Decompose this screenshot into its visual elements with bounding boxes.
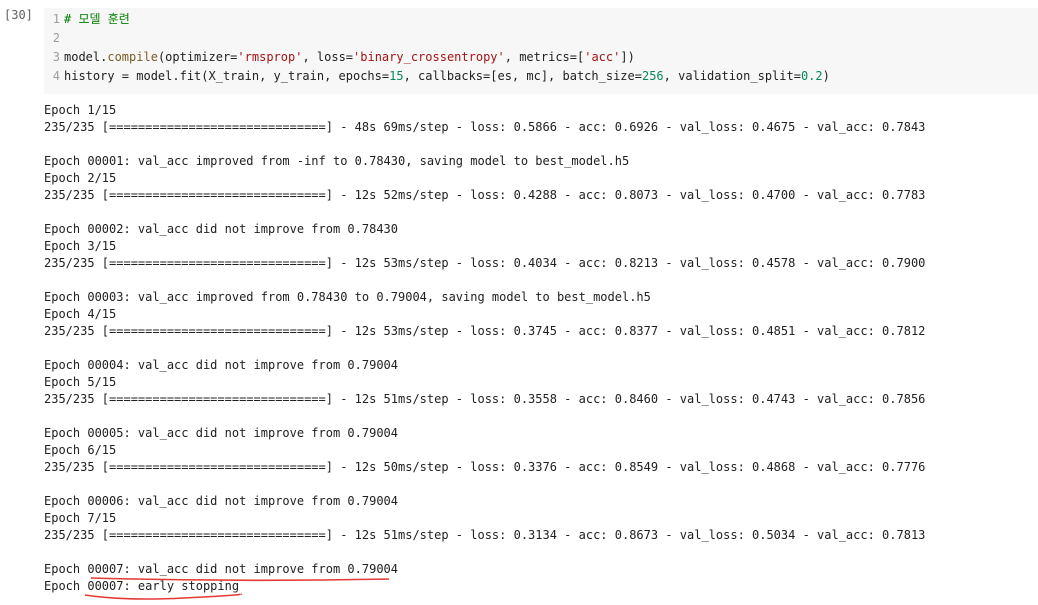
output-line: Epoch 1/15 — [44, 103, 117, 117]
code-text: ]) — [620, 50, 635, 64]
output-line: Epoch 4/15 — [44, 307, 117, 321]
output-line: 235/235 [==============================]… — [44, 324, 926, 338]
code-comment: # 모델 훈련 — [64, 12, 130, 26]
output-line: Epoch 5/15 — [44, 375, 117, 389]
line-number: 4 — [52, 69, 60, 83]
code-line-3: 3 model.compile(optimizer='rmsprop', loss… — [44, 48, 830, 67]
output-line: Epoch 00002: val_acc did not improve fro… — [44, 222, 399, 236]
red-underline-annotation-2 — [84, 593, 242, 600]
output-line: Epoch 6/15 — [44, 443, 117, 457]
output-line: 235/235 [==============================]… — [44, 392, 926, 406]
red-underline-annotation — [90, 577, 390, 582]
output-line: Epoch 2/15 — [44, 171, 117, 185]
notebook-code-cell: [30] 1 # 모델 훈련 2 3 model.compile(optimizer… — [0, 0, 1038, 605]
underline-stroke — [90, 577, 390, 582]
output-line: Epoch 00001: val_acc improved from -inf … — [44, 154, 630, 168]
code-text: , metrics=[ — [504, 50, 585, 64]
output-line: Epoch 7/15 — [44, 511, 117, 525]
code-text: ) — [822, 69, 830, 83]
output-line: Epoch 3/15 — [44, 239, 117, 253]
output-line: 235/235 [==============================]… — [44, 528, 926, 542]
code-string: 'acc' — [584, 50, 621, 64]
output-line: 235/235 [==============================]… — [44, 256, 926, 270]
code-text: (optimizer= — [157, 50, 238, 64]
code-string: 'binary_crossentropy' — [353, 50, 505, 64]
code-number: 15 — [389, 69, 404, 83]
code-text: history = model.fit(X_train, y_train, ep… — [64, 69, 390, 83]
output-line: Epoch 00006: val_acc did not improve fro… — [44, 494, 399, 508]
line-number: 1 — [52, 12, 60, 26]
code-text: , validation_split= — [663, 69, 801, 83]
line-number: 2 — [52, 31, 60, 45]
code-line-2: 2 — [44, 29, 830, 48]
execution-count: [30] — [4, 8, 33, 22]
code-number: 0.2 — [800, 69, 823, 83]
output-line: Epoch 00005: val_acc did not improve fro… — [44, 426, 399, 440]
output-line: 235/235 [==============================]… — [44, 460, 926, 474]
code-number: 256 — [641, 69, 664, 83]
output-line: Epoch 00003: val_acc improved from 0.784… — [44, 290, 651, 304]
code-text: , loss= — [302, 50, 354, 64]
code-line-1: 1 # 모델 훈련 — [44, 10, 830, 29]
underline-stroke-2 — [84, 593, 242, 600]
output-line: Epoch 00004: val_acc did not improve fro… — [44, 358, 399, 372]
output-line: 235/235 [==============================]… — [44, 120, 926, 134]
line-number: 3 — [52, 50, 60, 64]
code-text: , callbacks=[es, mc], batch_size= — [403, 69, 642, 83]
code-string: 'rmsprop' — [237, 50, 303, 64]
code-function: compile — [107, 50, 158, 64]
cell-output: Epoch 1/15 235/235 [====================… — [44, 102, 925, 595]
code-lines[interactable]: 1 # 모델 훈련 2 3 model.compile(optimizer='rms… — [44, 10, 830, 86]
code-text: model. — [64, 50, 108, 64]
code-line-4: 4 history = model.fit(X_train, y_train, e… — [44, 67, 830, 86]
output-line: 235/235 [==============================]… — [44, 188, 926, 202]
